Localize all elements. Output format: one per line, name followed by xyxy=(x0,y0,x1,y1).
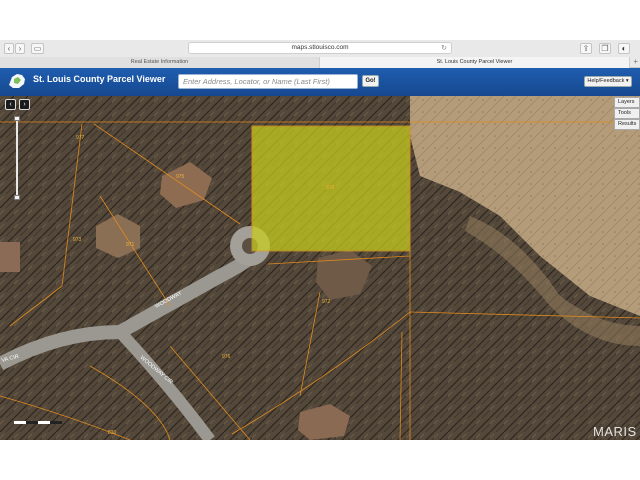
tools-button[interactable]: Tools xyxy=(614,108,640,119)
app-title: St. Louis County Parcel Viewer xyxy=(33,74,166,84)
scale-bar xyxy=(14,421,62,424)
url-text: maps.stlouisco.com xyxy=(291,44,349,51)
browser-toolbar: ‹ › ▭ maps.stlouisco.com ↻ ⇪ ❐ ◐ xyxy=(0,40,640,57)
parcel-label: 977 xyxy=(76,135,85,141)
go-button[interactable]: Go! xyxy=(362,75,379,87)
screenshot-frame: ‹ › ▭ maps.stlouisco.com ↻ ⇪ ❐ ◐ Real Es… xyxy=(0,0,640,480)
browser-chrome: ‹ › ▭ maps.stlouisco.com ↻ ⇪ ❐ ◐ Real Es… xyxy=(0,40,640,68)
aerial-map[interactable]: 977 975 973 970 971 972 974 976 830 WOOD… xyxy=(0,96,640,440)
zoom-track[interactable] xyxy=(16,121,18,195)
pan-right-button[interactable]: › xyxy=(19,99,30,110)
parcel-label: 976 xyxy=(222,354,231,360)
parcel-label: 971 xyxy=(126,242,135,248)
layers-button[interactable]: Layers xyxy=(614,97,640,108)
results-button[interactable]: Results xyxy=(614,119,640,130)
county-logo-icon xyxy=(9,74,25,88)
help-feedback-button[interactable]: Help/Feedback ▾ xyxy=(584,76,632,87)
zoom-slider[interactable] xyxy=(14,116,20,200)
zoom-out-handle[interactable] xyxy=(14,195,20,200)
new-tab-button[interactable]: + xyxy=(633,57,638,67)
pan-left-button[interactable]: ‹ xyxy=(5,99,16,110)
house-roof xyxy=(0,242,20,272)
forward-icon[interactable]: › xyxy=(15,43,25,54)
address-bar[interactable]: maps.stlouisco.com ↻ xyxy=(188,42,452,54)
parcel-label: 973 xyxy=(73,237,82,243)
sidebar-icon[interactable]: ▭ xyxy=(31,43,44,54)
tab-bar: Real Estate Information St. Louis County… xyxy=(0,57,640,68)
parcel-label: 830 xyxy=(108,430,117,436)
back-icon[interactable]: ‹ xyxy=(4,43,14,54)
app-header: St. Louis County Parcel Viewer Go! Help/… xyxy=(0,68,640,96)
tabs-overview-icon[interactable]: ❐ xyxy=(599,43,611,54)
tab-real-estate[interactable]: Real Estate Information xyxy=(0,57,320,68)
search-input[interactable] xyxy=(178,74,358,89)
parcel-label: 970 xyxy=(326,185,335,191)
maris-watermark: MARIS xyxy=(593,424,637,439)
tab-parcel-viewer[interactable]: St. Louis County Parcel Viewer xyxy=(320,57,630,68)
parcel-label: 975 xyxy=(176,174,185,180)
share-icon[interactable]: ⇪ xyxy=(580,43,592,54)
downloads-icon[interactable]: ◐ xyxy=(618,43,630,54)
map-view[interactable]: 977 975 973 970 971 972 974 976 830 WOOD… xyxy=(0,96,640,440)
parcel-label: 972 xyxy=(322,299,331,305)
reload-icon[interactable]: ↻ xyxy=(441,44,447,54)
